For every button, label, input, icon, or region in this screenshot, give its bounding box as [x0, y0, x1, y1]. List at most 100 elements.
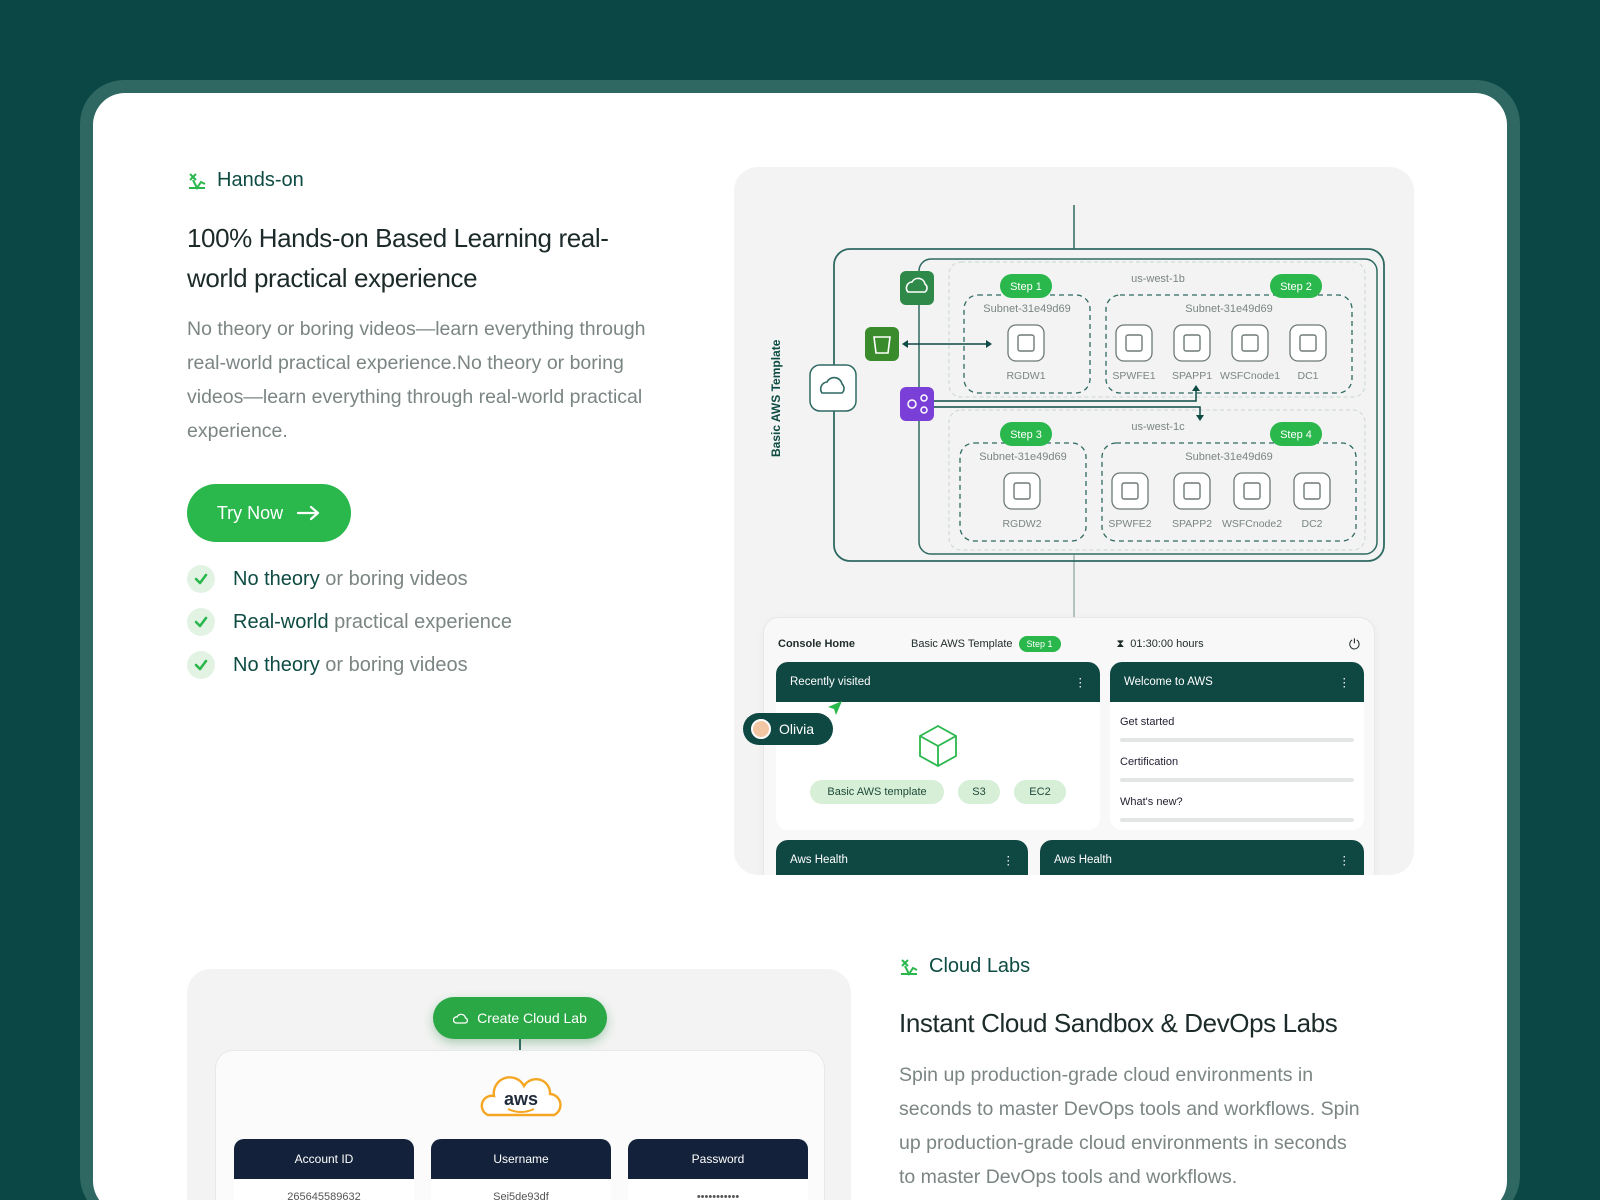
console-home-label[interactable]: Console Home — [778, 638, 855, 650]
feature-rest: practical experience — [328, 610, 513, 633]
checkmark-icon — [187, 651, 215, 679]
checkmark-icon — [187, 565, 215, 593]
feature-item: No theory or boring videos — [187, 651, 468, 679]
power-icon[interactable]: ⏻ — [1349, 636, 1360, 653]
console-template-label: Basic AWS Template — [911, 638, 1013, 650]
widget-title: Welcome to AWS — [1124, 676, 1213, 688]
cloud-labs-description: Spin up production-grade cloud environme… — [899, 1058, 1360, 1194]
credential-value[interactable]: Sei5de93df — [431, 1179, 611, 1200]
console-timer: 01:30:00 hours — [1130, 638, 1204, 650]
hands-on-eyebrow-label: Hands-on — [217, 169, 304, 191]
create-cloud-lab-button[interactable]: Create Cloud Lab — [433, 997, 607, 1039]
create-cloud-lab-label: Create Cloud Lab — [477, 1010, 587, 1026]
node-label: SPAPP2 — [1172, 518, 1212, 530]
more-icon[interactable]: ⋮ — [1339, 675, 1351, 689]
hands-on-title-line: world practical experience — [187, 263, 478, 293]
credential-column: Username Sei5de93df — [431, 1139, 611, 1200]
credential-value[interactable]: ••••••••••• — [628, 1179, 808, 1200]
feature-strong: Real-world — [233, 610, 329, 633]
cloud-labs-eyebrow: Cloud Labs — [899, 955, 1030, 978]
arrow-right-icon — [297, 505, 320, 521]
more-icon[interactable]: ⋮ — [1075, 675, 1087, 689]
description-line: to master DevOps tools and workflows. — [899, 1166, 1238, 1188]
subnet-label: Subnet-31e49d69 — [1185, 303, 1272, 315]
feature-rest: or boring videos — [319, 567, 468, 590]
step-badge: Step 3 — [1010, 429, 1042, 441]
server-node — [1007, 324, 1045, 362]
welcome-link[interactable]: Certification — [1120, 756, 1178, 768]
more-icon[interactable]: ⋮ — [1003, 853, 1015, 867]
avatar — [751, 719, 771, 739]
widget-title: Recently visited — [790, 676, 871, 688]
step-badge: Step 1 — [1010, 281, 1042, 293]
cloud-labs-eyebrow-label: Cloud Labs — [929, 955, 1031, 977]
node-label: WSFCnode2 — [1222, 518, 1282, 530]
console-toolbar: Console Home Basic AWS Template Step 1 ⧗… — [778, 634, 1360, 654]
widget-title: Aws Health — [790, 854, 848, 866]
subnet-label: Subnet-31e49d69 — [1185, 451, 1272, 463]
server-node — [1233, 472, 1271, 510]
description-line: up production-grade cloud environments i… — [899, 1132, 1347, 1154]
console-step-badge: Step 1 — [1018, 636, 1061, 652]
server-node — [1293, 472, 1331, 510]
cube-icon — [919, 724, 957, 768]
feature-item: Real-world practical experience — [187, 608, 512, 636]
node-label: SPWFE2 — [1108, 518, 1151, 530]
description-line: videos—learn everything through real-wor… — [187, 386, 643, 408]
cloud-gateway-icon — [809, 364, 857, 412]
network-icon — [900, 387, 934, 421]
zone-label: us-west-1b — [1131, 273, 1185, 285]
checkmark-icon — [187, 608, 215, 636]
hourglass-icon: ⧗ — [1116, 637, 1125, 650]
try-now-button[interactable]: Try Now — [187, 484, 351, 542]
recently-visited-widget: Recently visited ⋮ Basic AWS template S3 … — [776, 662, 1100, 830]
tag-chip[interactable]: S3 — [958, 780, 1000, 804]
server-node — [1231, 324, 1269, 362]
server-node — [1289, 324, 1327, 362]
step-badge: Step 4 — [1280, 429, 1312, 441]
feature-item: No theory or boring videos — [187, 565, 468, 593]
cloud-lock-icon — [900, 271, 934, 305]
credential-value[interactable]: 265645589632 — [234, 1179, 414, 1200]
node-label: DC1 — [1297, 370, 1318, 382]
welcome-widget: Welcome to AWS ⋮ Get started Certificatio… — [1110, 662, 1364, 830]
description-line: real-world practical experience.No theor… — [187, 352, 624, 374]
node-label: RGDW1 — [1006, 370, 1045, 382]
more-icon[interactable]: ⋮ — [1339, 853, 1351, 867]
description-line: seconds to master DevOps tools and workf… — [899, 1098, 1360, 1120]
zone-label: us-west-1c — [1131, 421, 1185, 433]
tag-chip[interactable]: Basic AWS template — [810, 780, 944, 804]
server-node — [1173, 324, 1211, 362]
node-label: WSFCnode1 — [1220, 370, 1280, 382]
aws-credentials-card: aws Account ID 265645589632 Username Sei… — [215, 1050, 825, 1200]
template-vertical-label: Basic AWS Template — [769, 339, 783, 457]
node-label: SPAPP1 — [1172, 370, 1212, 382]
credential-column: Account ID 265645589632 — [234, 1139, 414, 1200]
user-name: Olivia — [779, 721, 815, 737]
cloud-labs-title: Instant Cloud Sandbox & DevOps Labs — [899, 1008, 1338, 1038]
cloud-icon — [453, 1013, 469, 1024]
server-node — [1173, 472, 1211, 510]
welcome-link[interactable]: Get started — [1120, 716, 1174, 728]
hands-on-title-line: 100% Hands-on Based Learning real- — [187, 223, 609, 253]
tag-chip[interactable]: EC2 — [1014, 780, 1066, 804]
feature-strong: No theory — [233, 567, 320, 590]
aws-logo-text: aws — [504, 1089, 538, 1109]
welcome-link[interactable]: What's new? — [1120, 796, 1183, 808]
sparkle-icon — [901, 958, 918, 976]
server-node — [1003, 472, 1041, 510]
hands-on-eyebrow: Hands-on — [187, 169, 304, 192]
architecture-diagram: Basic AWS Template us-west-1b us-west-1c… — [769, 205, 1385, 627]
aws-cloud-logo: aws — [480, 1076, 562, 1117]
server-node — [1115, 324, 1153, 362]
node-label: SPWFE1 — [1112, 370, 1155, 382]
console-window: Console Home Basic AWS Template Step 1 ⧗… — [763, 617, 1375, 875]
try-now-label: Try Now — [216, 502, 284, 523]
node-label: RGDW2 — [1002, 518, 1041, 530]
step-badge: Step 2 — [1280, 281, 1312, 293]
subnet-label: Subnet-31e49d69 — [983, 303, 1070, 315]
credential-header: Account ID — [234, 1139, 414, 1179]
description-line: experience. — [187, 420, 288, 442]
subnet-label: Subnet-31e49d69 — [979, 451, 1066, 463]
hands-on-title: 100% Hands-on Based Learning real- world… — [187, 218, 609, 298]
